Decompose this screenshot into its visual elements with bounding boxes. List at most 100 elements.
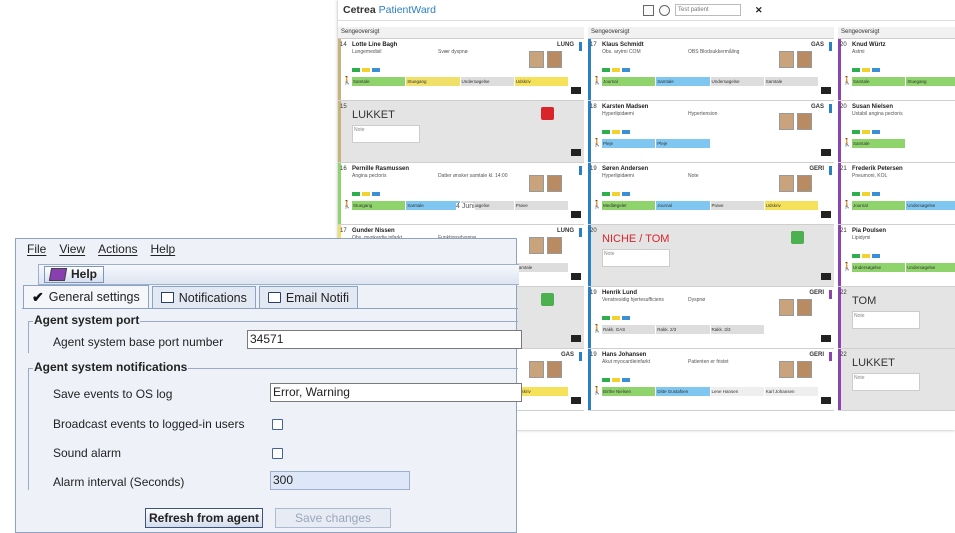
bed-card[interactable]: 15 LUKKET Note xyxy=(338,101,584,163)
patient-search-input[interactable]: Test patient xyxy=(675,4,741,16)
status-chip[interactable]: Pleje xyxy=(602,139,656,148)
bed-card[interactable]: 19 Søren Andersen Hyperlipidæmi Note GERI 🚶 Me… xyxy=(588,163,834,225)
status-chip[interactable]: Pleje xyxy=(656,139,710,148)
sound-alarm-checkbox[interactable] xyxy=(272,448,283,459)
vitals-marker xyxy=(602,378,610,382)
status-chip[interactable]: Lene Hansen xyxy=(710,387,764,396)
help-button[interactable]: Help xyxy=(44,266,105,283)
bed-card[interactable]: 19 Henrik Lund Venstresidig hjertesufficie… xyxy=(588,287,834,349)
vitals-row xyxy=(852,254,880,258)
bed-stripe xyxy=(838,163,841,224)
status-chip[interactable]: Karl Johansen xyxy=(764,387,818,396)
bed-number: 19 xyxy=(590,352,597,358)
bed-number: 22 xyxy=(840,290,847,296)
alarm-interval-field[interactable]: 300 xyxy=(270,471,410,490)
vitals-marker xyxy=(602,192,610,196)
status-chip[interactable]: Rakk. GAS xyxy=(602,325,656,334)
status-chip[interactable]: Prøve xyxy=(514,201,568,210)
print-icon[interactable] xyxy=(643,4,654,16)
status-chip[interactable]: Medlægeler xyxy=(602,201,656,210)
status-chip[interactable]: Stuegang xyxy=(352,201,406,210)
save-changes-button[interactable]: Save changes xyxy=(275,508,391,528)
status-row: Journal Undersøgelse xyxy=(852,201,955,210)
status-chip[interactable]: Undersøgelse xyxy=(906,201,955,210)
status-chip[interactable]: Samtale xyxy=(656,77,710,86)
status-chip[interactable] xyxy=(906,139,955,148)
status-chip[interactable]: Undersøgelse xyxy=(710,77,764,86)
bed-card[interactable]: 22 LUKKET Note xyxy=(838,349,955,411)
status-chip[interactable]: Journal xyxy=(852,201,906,210)
broadcast-events-checkbox[interactable] xyxy=(272,419,283,430)
vitals-row xyxy=(852,130,880,134)
menu-actions[interactable]: Actions xyxy=(98,242,137,260)
menu-file[interactable]: File xyxy=(27,242,46,260)
ward-tag: GAS xyxy=(560,352,574,358)
status-chip[interactable]: Udskriv xyxy=(514,77,568,86)
bed-card[interactable]: 16 Pernille Rasmussen Angina pectoris Datte… xyxy=(338,163,584,225)
status-chip[interactable]: Ditte Gustafsen xyxy=(656,387,710,396)
status-chip[interactable] xyxy=(764,139,818,148)
clear-search-icon[interactable]: ✕ xyxy=(755,5,763,16)
help-button-label: Help xyxy=(71,267,98,281)
status-chip[interactable]: Samtale xyxy=(764,77,818,86)
tab-label: Email Notifi xyxy=(285,290,350,305)
save-events-select[interactable]: Error, Warning xyxy=(270,383,522,402)
base-port-field[interactable]: 34571 xyxy=(247,330,522,349)
status-chip[interactable]: Prøve xyxy=(710,201,764,210)
tab-email-notifications[interactable]: Email Notifi xyxy=(258,286,359,308)
bed-card[interactable]: 18 Karsten Madsen Hyperlipidæmi Hypertensio… xyxy=(588,101,834,163)
status-chip[interactable]: Undersøgelse xyxy=(906,263,955,272)
vitals-marker xyxy=(622,378,630,382)
status-chip[interactable]: Samtale xyxy=(406,201,460,210)
bed-note-field[interactable]: Note xyxy=(852,373,920,391)
tab-notifications[interactable]: Notifications xyxy=(151,286,256,308)
status-chip[interactable]: Rakk. 3/3 xyxy=(710,325,764,334)
status-chip[interactable] xyxy=(764,325,818,334)
status-chip[interactable]: Undersøgelse xyxy=(852,263,906,272)
status-chip[interactable]: Udskriv xyxy=(514,387,568,396)
status-chip[interactable]: Samtale xyxy=(514,263,568,272)
status-chip[interactable]: Journal xyxy=(602,77,656,86)
status-chip[interactable]: Stuegang xyxy=(406,77,460,86)
vitals-marker xyxy=(602,68,610,72)
status-chip[interactable]: Undersøgelse xyxy=(460,77,514,86)
status-chip[interactable]: Stuegang xyxy=(906,77,955,86)
bed-note-field[interactable]: Note xyxy=(602,249,670,267)
status-chip[interactable]: Birthe Nielsen xyxy=(602,387,656,396)
status-chip[interactable]: Samtale xyxy=(852,77,906,86)
settings-icon[interactable] xyxy=(659,4,670,16)
patient-note: Note xyxy=(688,173,699,179)
ward-tag: LUNG xyxy=(557,42,574,48)
status-chip[interactable]: Samtale xyxy=(352,77,406,86)
status-chip[interactable]: Udskriv xyxy=(764,201,818,210)
bed-card[interactable]: 21 Pia Poulsen Lipidymi 🚶 Undersøgelse Unders… xyxy=(838,225,955,287)
alarm-interval-label: Alarm interval (Seconds) xyxy=(53,475,185,489)
bed-card[interactable]: 21 Frederik Petersen Pneumoni, KOL 🚶 Journal… xyxy=(838,163,955,225)
patient-name: Frederik Petersen xyxy=(852,166,903,172)
bed-card[interactable]: 19 Hans Johansen Akut myocardieinfarkt Pati… xyxy=(588,349,834,411)
bed-number: 16 xyxy=(340,166,347,172)
menu-help[interactable]: Help xyxy=(151,242,176,260)
status-chip[interactable]: Samtale xyxy=(852,139,906,148)
tab-general-settings[interactable]: ✔ General settings xyxy=(23,285,149,308)
menu-view[interactable]: View xyxy=(59,242,85,260)
vitals-marker xyxy=(872,254,880,258)
refresh-from-agent-button[interactable]: Refresh from agent xyxy=(145,508,263,528)
vitals-marker xyxy=(862,68,870,72)
bed-note-field[interactable]: Note xyxy=(352,125,420,143)
staff-avatar xyxy=(529,175,544,192)
bed-card[interactable]: 20 Susan Nielsen Ustabil angina pectoris 🚶 S… xyxy=(838,101,955,163)
status-chip[interactable]: Rakk. 2/3 xyxy=(656,325,710,334)
bed-card[interactable]: 17 Klaus Schmidt Obs. arytmi COM OBS Blodsu… xyxy=(588,39,834,101)
team-color-marker xyxy=(829,104,832,113)
bed-note-field[interactable]: Note xyxy=(852,311,920,329)
team-color-marker xyxy=(829,166,832,175)
walking-person-icon: 🚶 xyxy=(342,200,352,209)
bed-card[interactable]: 20 NICHE / TOM Note xyxy=(588,225,834,287)
patient-diagnosis: Hyperlipidæmi xyxy=(602,111,634,117)
bed-card[interactable]: 22 TOM Note xyxy=(838,287,955,349)
bed-card[interactable]: 20 Knud Würtz Astmi 🚶 Samtale Stuegang xyxy=(838,39,955,101)
status-chip[interactable] xyxy=(710,139,764,148)
status-chip[interactable]: Journal xyxy=(656,201,710,210)
bed-card[interactable]: 14 Lotte Line Bagh Lungemedisil Svær dyspnø… xyxy=(338,39,584,101)
